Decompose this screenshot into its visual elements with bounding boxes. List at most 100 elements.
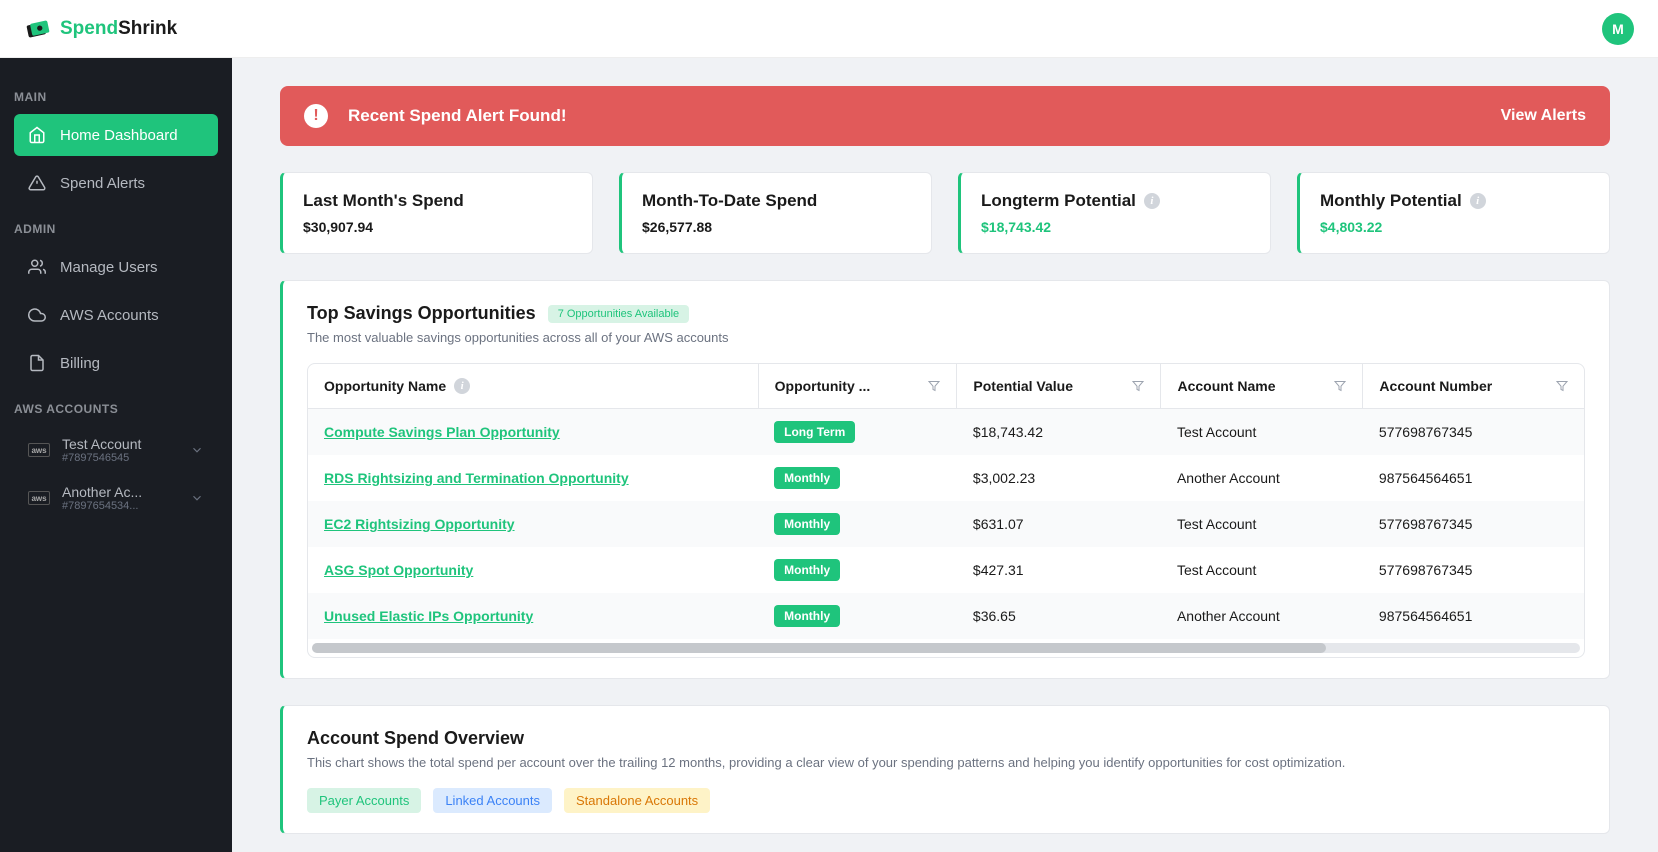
table-row: ASG Spot Opportunity Monthly $427.31Test A… [308,547,1584,593]
overview-panel: Account Spend Overview This chart shows … [280,705,1610,834]
account-item-another[interactable]: aws Another Ac... #7897654534... [14,474,218,522]
potential-value: $18,743.42 [957,409,1161,456]
account-name-cell: Another Account [1161,593,1363,639]
stat-value: $30,907.94 [303,219,572,235]
potential-value: $3,002.23 [957,455,1161,501]
type-tag: Monthly [774,513,840,535]
nav-home-dashboard[interactable]: Home Dashboard [14,114,218,156]
nav-home-label: Home Dashboard [60,127,178,144]
account-name: Test Account [62,436,178,452]
spend-alert-banner: ! Recent Spend Alert Found! View Alerts [280,86,1610,146]
stat-value: $26,577.88 [642,219,911,235]
opportunities-panel: Top Savings Opportunities 7 Opportunitie… [280,280,1610,679]
horizontal-scrollbar[interactable] [312,643,1580,653]
panel-title: Top Savings Opportunities [307,303,536,324]
account-name-cell: Test Account [1161,409,1363,456]
potential-value: $631.07 [957,501,1161,547]
app-header: SpendShrink M [0,0,1658,58]
filter-icon[interactable] [928,380,940,392]
aws-badge-icon: aws [28,491,50,505]
type-tag: Monthly [774,559,840,581]
account-name-cell: Test Account [1161,501,1363,547]
chevron-down-icon [190,443,204,457]
panel-title: Account Spend Overview [307,728,1585,749]
users-icon [28,258,46,276]
home-icon [28,126,46,144]
opportunity-link[interactable]: Compute Savings Plan Opportunity [324,424,560,440]
table-row: RDS Rightsizing and Termination Opportun… [308,455,1584,501]
account-id: #7897546545 [62,452,178,464]
view-alerts-link[interactable]: View Alerts [1501,107,1586,125]
account-number-cell: 577698767345 [1363,409,1584,456]
chip-linked[interactable]: Linked Accounts [433,788,552,813]
info-icon[interactable]: i [454,378,470,394]
account-number-cell: 577698767345 [1363,501,1584,547]
stat-longterm: Longterm Potential i $18,743.42 [958,172,1271,254]
potential-value: $36.65 [957,593,1161,639]
col-opportunity-name[interactable]: Opportunity Namei [308,364,758,409]
chip-standalone[interactable]: Standalone Accounts [564,788,710,813]
stat-mtd: Month-To-Date Spend $26,577.88 [619,172,932,254]
aws-badge-icon: aws [28,443,50,457]
col-potential-value[interactable]: Potential Value [957,364,1161,409]
sidebar: MAIN Home Dashboard Spend Alerts ADMIN M… [0,58,232,852]
stat-label: Last Month's Spend [303,191,572,211]
chip-payer[interactable]: Payer Accounts [307,788,421,813]
alert-title: Recent Spend Alert Found! [348,106,1481,126]
panel-subtitle: This chart shows the total spend per acc… [307,755,1585,770]
logo[interactable]: SpendShrink [24,15,177,43]
stat-label: Monthly Potential [1320,191,1462,211]
account-number-cell: 577698767345 [1363,547,1584,593]
panel-subtitle: The most valuable savings opportunities … [307,330,1585,345]
filter-icon[interactable] [1556,380,1568,392]
account-number-cell: 987564564651 [1363,593,1584,639]
opportunities-count-badge: 7 Opportunities Available [548,305,690,323]
account-id: #7897654534... [62,500,178,512]
potential-value: $427.31 [957,547,1161,593]
nav-aws-accounts[interactable]: AWS Accounts [14,294,218,336]
col-opportunity-type[interactable]: Opportunity ... [758,364,957,409]
stat-last-month: Last Month's Spend $30,907.94 [280,172,593,254]
user-avatar[interactable]: M [1602,13,1634,45]
account-name-cell: Test Account [1161,547,1363,593]
cloud-icon [28,306,46,324]
opportunity-link[interactable]: ASG Spot Opportunity [324,562,473,578]
type-tag: Monthly [774,605,840,627]
stat-label: Month-To-Date Spend [642,191,911,211]
opportunity-link[interactable]: RDS Rightsizing and Termination Opportun… [324,470,629,486]
table-row: Unused Elastic IPs Opportunity Monthly $36… [308,593,1584,639]
sidebar-section-accounts: AWS ACCOUNTS [0,390,232,426]
info-icon[interactable]: i [1470,193,1486,209]
opportunity-link[interactable]: EC2 Rightsizing Opportunity [324,516,515,532]
stats-row: Last Month's Spend $30,907.94 Month-To-D… [280,172,1610,254]
legend-chips: Payer Accounts Linked Accounts Standalon… [307,788,1585,813]
nav-alerts-label: Spend Alerts [60,175,145,192]
col-account-number[interactable]: Account Number [1363,364,1584,409]
stat-label: Longterm Potential [981,191,1136,211]
type-tag: Monthly [774,467,840,489]
account-name-cell: Another Account [1161,455,1363,501]
opportunities-table: Opportunity Namei Opportunity ... Potent… [307,363,1585,658]
chevron-down-icon [190,491,204,505]
stat-value: $18,743.42 [981,219,1250,235]
info-icon[interactable]: i [1144,193,1160,209]
nav-spend-alerts[interactable]: Spend Alerts [14,162,218,204]
alert-icon [28,174,46,192]
logo-text: SpendShrink [60,18,177,40]
account-item-test[interactable]: aws Test Account #7897546545 [14,426,218,474]
account-number-cell: 987564564651 [1363,455,1584,501]
table-row: EC2 Rightsizing Opportunity Monthly $631.0… [308,501,1584,547]
opportunity-link[interactable]: Unused Elastic IPs Opportunity [324,608,533,624]
billing-icon [28,354,46,372]
type-tag: Long Term [774,421,855,443]
sidebar-section-main: MAIN [0,78,232,114]
account-name: Another Ac... [62,484,178,500]
nav-aws-label: AWS Accounts [60,307,159,324]
nav-billing[interactable]: Billing [14,342,218,384]
filter-icon[interactable] [1132,380,1144,392]
col-account-name[interactable]: Account Name [1161,364,1363,409]
filter-icon[interactable] [1334,380,1346,392]
logo-icon [24,15,52,43]
table-row: Compute Savings Plan Opportunity Long Ter… [308,409,1584,456]
nav-manage-users[interactable]: Manage Users [14,246,218,288]
